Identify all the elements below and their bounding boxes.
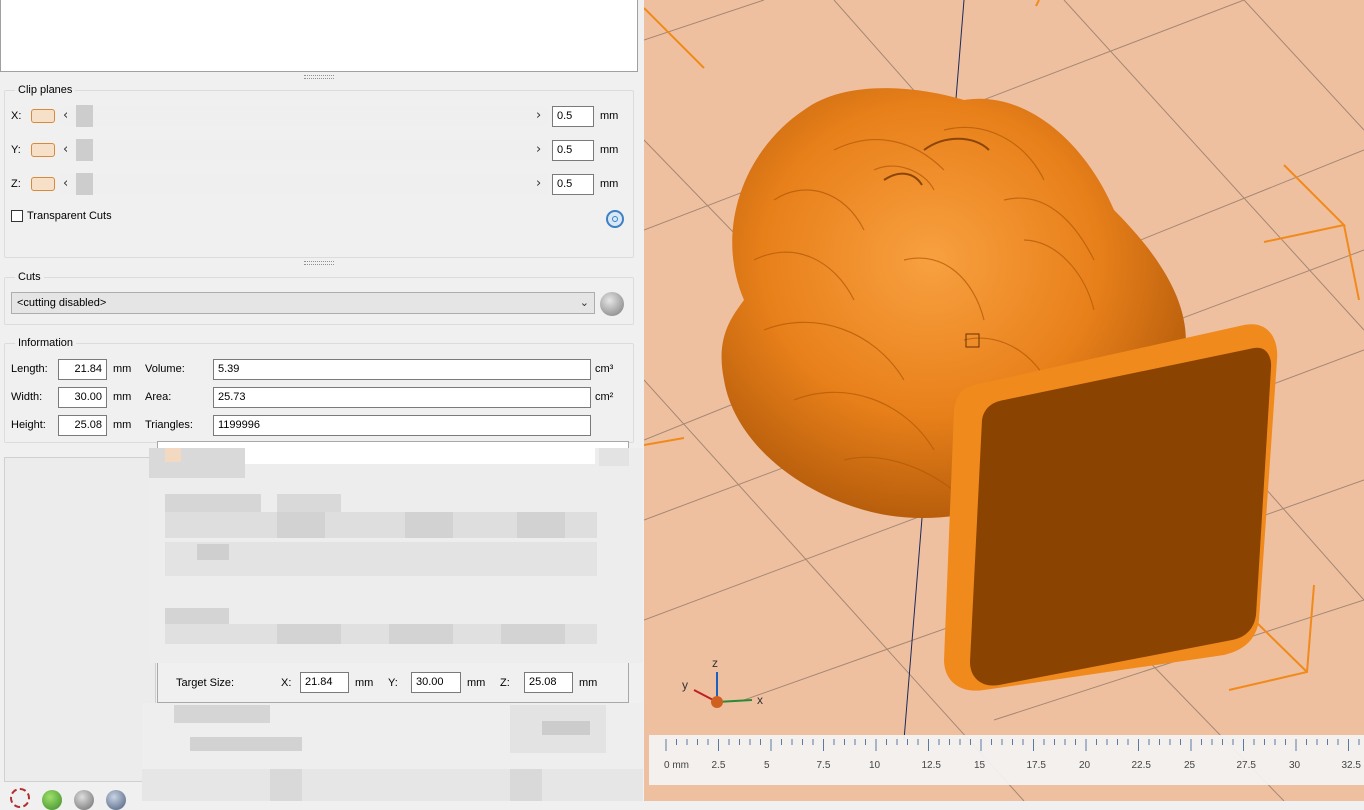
height-value: 25.08 (58, 415, 107, 436)
volume-unit: cm³ (595, 363, 614, 375)
clip-y-left-arrow-icon[interactable]: ‹ (63, 142, 68, 157)
cuts-selected-value: <cutting disabled> (17, 297, 107, 309)
clip-x-unit: mm (600, 110, 619, 122)
clip-z-label: Z: (11, 178, 21, 190)
sphere-icon[interactable] (74, 790, 94, 810)
object-list[interactable] (0, 0, 638, 72)
ruler-label: 0 mm (664, 760, 689, 771)
transparent-cuts-label: Transparent Cuts (27, 210, 112, 222)
width-label: Width: (11, 391, 43, 403)
ruler-label: 17.5 (1027, 760, 1047, 771)
ruler-label: 12.5 (922, 760, 942, 771)
length-label: Length: (11, 363, 48, 375)
ruler-label: 7.5 (817, 760, 831, 771)
clip-planes-title: Clip planes (15, 84, 76, 96)
target-z-unit: mm (579, 677, 598, 689)
target-x-unit: mm (355, 677, 374, 689)
ruler-label: 20 (1079, 760, 1091, 771)
globe-icon[interactable] (42, 790, 62, 810)
clip-z-left-arrow-icon[interactable]: ‹ (63, 176, 68, 191)
clip-x-right-arrow-icon[interactable]: › (536, 108, 541, 123)
ruler-label: 25 (1184, 760, 1196, 771)
axis-z-label: z (712, 656, 718, 670)
volume-value: 5.39 (213, 359, 591, 380)
clip-z-slider-thumb[interactable] (76, 173, 93, 195)
clip-y-label: Y: (11, 144, 21, 156)
3d-viewport[interactable]: z y x 0 mm 2.5 5 7.5 10 12.5 15 17.5 20 22.5 25 27.… (644, 0, 1364, 801)
ruler-label: 30 (1289, 760, 1301, 771)
lower-panel (4, 457, 156, 782)
clip-z-color-button[interactable] (31, 177, 55, 191)
clip-z-value-input[interactable]: 0.5 (552, 174, 594, 195)
ruler-label: 2.5 (712, 760, 726, 771)
reset-clip-icon[interactable] (606, 210, 624, 228)
triangles-value: 1199996 (213, 415, 591, 436)
clip-x-value-input[interactable]: 0.5 (552, 106, 594, 127)
obscured-region-lower (142, 703, 643, 801)
ruler-label: 5 (764, 760, 770, 771)
clip-x-color-button[interactable] (31, 109, 55, 123)
width-unit: mm (113, 391, 132, 403)
target-y-label: Y: (388, 677, 398, 689)
ruler-label: 22.5 (1132, 760, 1152, 771)
ruler-label: 32.5 (1342, 760, 1362, 771)
shaded-sphere-icon[interactable] (106, 790, 126, 810)
height-label: Height: (11, 419, 46, 431)
clip-x-left-arrow-icon[interactable]: ‹ (63, 108, 68, 123)
target-size-label: Target Size: (176, 677, 235, 689)
axis-y-label: y (682, 678, 688, 692)
gear-icon[interactable] (10, 788, 30, 808)
chevron-down-icon: ⌄ (579, 297, 589, 309)
clip-y-value-input[interactable]: 0.5 (552, 140, 594, 161)
viewport-canvas[interactable]: z y x 0 mm 2.5 5 7.5 10 12.5 15 17.5 20 22.5 25 27.… (644, 0, 1364, 801)
clip-y-slider[interactable] (60, 140, 548, 160)
clip-z-unit: mm (600, 178, 619, 190)
splitter-grip[interactable] (304, 75, 334, 79)
transparent-cuts-checkbox[interactable] (11, 210, 23, 222)
target-x-label: X: (281, 677, 292, 689)
area-label: Area: (145, 391, 172, 403)
clip-x-slider[interactable] (60, 106, 548, 126)
clip-x-label: X: (11, 110, 22, 122)
cuts-select[interactable]: <cutting disabled> ⌄ (11, 292, 595, 314)
ruler-label: 10 (869, 760, 881, 771)
target-y-unit: mm (467, 677, 486, 689)
ruler: 0 mm 2.5 5 7.5 10 12.5 15 17.5 20 22.5 25 27.5 30 32.… (649, 735, 1364, 785)
area-value: 25.73 (213, 387, 591, 408)
cut-sphere-icon[interactable] (600, 292, 624, 316)
ruler-label: 27.5 (1237, 760, 1257, 771)
clip-y-right-arrow-icon[interactable]: › (536, 142, 541, 157)
clip-z-right-arrow-icon[interactable]: › (536, 176, 541, 191)
clip-z-slider[interactable] (60, 174, 548, 194)
length-unit: mm (113, 363, 132, 375)
target-z-label: Z: (500, 677, 510, 689)
obscured-region (149, 448, 643, 663)
target-y-input[interactable]: 30.00 (411, 672, 461, 693)
height-unit: mm (113, 419, 132, 431)
area-unit: cm² (595, 391, 614, 403)
volume-label: Volume: (145, 363, 185, 375)
cuts-title: Cuts (15, 271, 44, 283)
ruler-label: 15 (974, 760, 986, 771)
information-title: Information (15, 337, 77, 349)
clip-y-color-button[interactable] (31, 143, 55, 157)
target-x-input[interactable]: 21.84 (300, 672, 349, 693)
clip-y-slider-thumb[interactable] (76, 139, 93, 161)
width-value: 30.00 (58, 387, 107, 408)
length-value: 21.84 (58, 359, 107, 380)
clip-y-unit: mm (600, 144, 619, 156)
clip-x-slider-thumb[interactable] (76, 105, 93, 127)
target-z-input[interactable]: 25.08 (524, 672, 573, 693)
splitter-grip-2[interactable] (304, 261, 334, 265)
triangles-label: Triangles: (145, 419, 193, 431)
axis-x-label: x (757, 693, 763, 707)
